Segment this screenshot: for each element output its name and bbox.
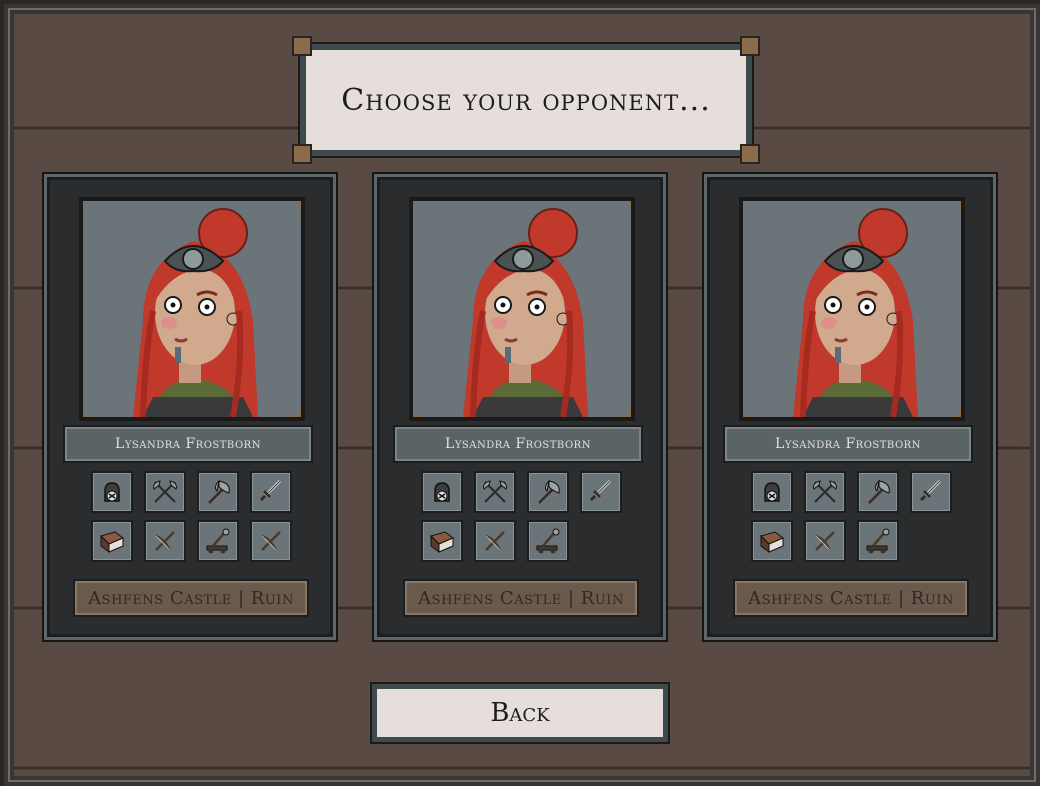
battle-axe-icon[interactable] <box>527 471 569 513</box>
crossbow-icon[interactable] <box>144 520 186 562</box>
opponent-name: Lysandra Frostborn <box>63 425 313 463</box>
opponent-location: Ashfens Castle | Ruin <box>733 579 969 617</box>
portrait-corner <box>620 406 631 417</box>
portrait-corner <box>413 406 424 417</box>
page-title: Choose your opponent... <box>341 82 711 118</box>
crossed-axes-icon[interactable] <box>804 471 846 513</box>
portrait-corner <box>83 201 94 212</box>
sword-icon[interactable] <box>250 471 292 513</box>
opponent-name: Lysandra Frostborn <box>393 425 643 463</box>
portrait-corner <box>290 406 301 417</box>
crossbow-icon[interactable] <box>474 520 516 562</box>
opponent-name: Lysandra Frostborn <box>723 425 973 463</box>
banner-corner <box>740 36 760 56</box>
opponent-card-3[interactable]: Lysandra Frostborn Ashfens Castle | Ruin <box>704 174 996 640</box>
catapult-icon[interactable] <box>857 520 899 562</box>
sword-icon[interactable] <box>580 471 622 513</box>
book-icon[interactable] <box>91 520 133 562</box>
crossed-axes-icon[interactable] <box>474 471 516 513</box>
bell-icon[interactable] <box>751 471 793 513</box>
catapult-icon[interactable] <box>527 520 569 562</box>
sword-icon[interactable] <box>910 471 952 513</box>
banner-corner <box>292 36 312 56</box>
back-button[interactable]: Back <box>372 684 668 742</box>
opponent-card-1[interactable]: Lysandra Frostborn Ashfens Castle | Ruin <box>44 174 336 640</box>
crossed-axes-icon[interactable] <box>144 471 186 513</box>
portrait-corner <box>950 201 961 212</box>
portrait-corner <box>620 201 631 212</box>
bell-icon[interactable] <box>421 471 463 513</box>
banner-corner <box>740 144 760 164</box>
bell-icon[interactable] <box>91 471 133 513</box>
portrait-corner <box>743 406 754 417</box>
opponent-portrait <box>79 197 305 421</box>
catapult-icon[interactable] <box>197 520 239 562</box>
crossbow-icon[interactable] <box>250 520 292 562</box>
portrait-corner <box>743 201 754 212</box>
portrait-corner <box>413 201 424 212</box>
opponent-location: Ashfens Castle | Ruin <box>403 579 639 617</box>
battle-axe-icon[interactable] <box>857 471 899 513</box>
portrait-corner <box>83 406 94 417</box>
battle-axe-icon[interactable] <box>197 471 239 513</box>
portrait-corner <box>290 201 301 212</box>
book-icon[interactable] <box>751 520 793 562</box>
banner-corner <box>292 144 312 164</box>
opponent-items <box>91 471 301 562</box>
book-icon[interactable] <box>421 520 463 562</box>
opponent-items <box>751 471 961 562</box>
opponent-portrait <box>739 197 965 421</box>
crossbow-icon[interactable] <box>804 520 846 562</box>
opponent-location: Ashfens Castle | Ruin <box>73 579 309 617</box>
opponent-items <box>421 471 631 562</box>
title-banner: Choose your opponent... <box>292 36 760 164</box>
portrait-corner <box>950 406 961 417</box>
opponent-card-2[interactable]: Lysandra Frostborn Ashfens Castle | Ruin <box>374 174 666 640</box>
opponent-portrait <box>409 197 635 421</box>
